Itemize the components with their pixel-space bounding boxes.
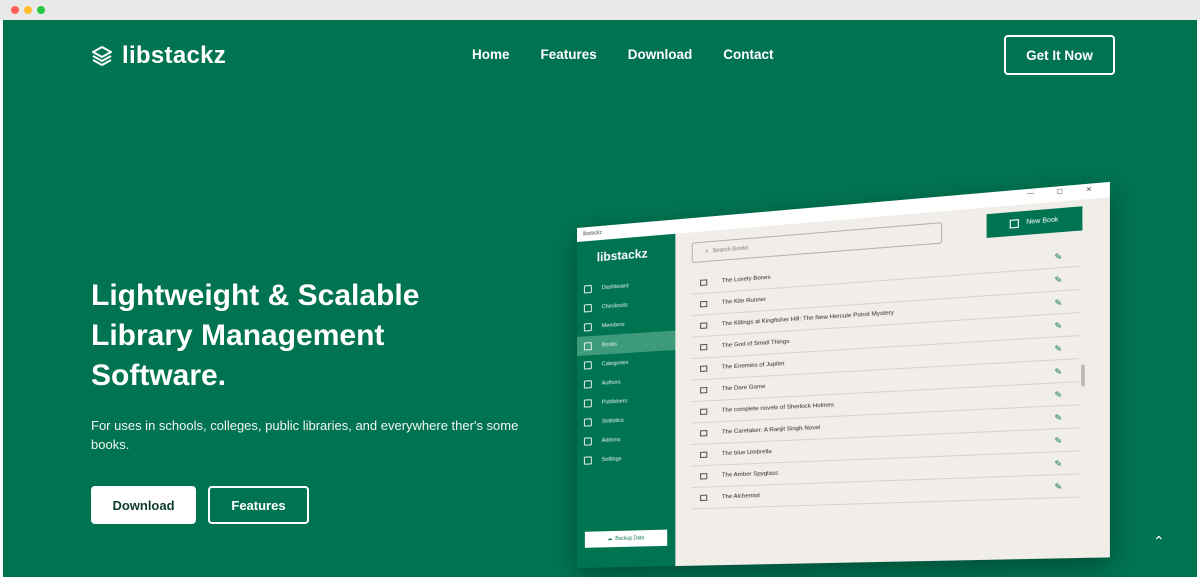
pencil-icon: ✎ <box>1054 366 1063 377</box>
pencil-icon: ✎ <box>1054 320 1063 331</box>
app-sidebar: libstackz Dashboard Checkouts Members Bo… <box>577 233 676 569</box>
book-icon <box>700 300 708 308</box>
book-title: The Lovely Bones <box>721 274 771 285</box>
book-title: The Killings at Kingfisher Hill: The New… <box>721 309 894 328</box>
book-icon <box>700 365 708 372</box>
book-title: The Kite Runner <box>721 296 767 306</box>
categories-icon <box>583 360 592 370</box>
get-it-now-button[interactable]: Get It Now <box>1004 35 1115 75</box>
book-icon <box>700 322 708 329</box>
browser-chrome <box>0 0 1200 20</box>
dashboard-icon <box>583 284 592 293</box>
backup-label: Backup Data <box>615 535 645 543</box>
books-icon <box>583 341 592 351</box>
pencil-icon: ✎ <box>1054 389 1063 400</box>
sidebar-item-label: Publishers <box>601 397 628 406</box>
search-placeholder: Search Books <box>712 245 749 255</box>
book-title: The Caretaker: A Ranjit Singh Novel <box>721 424 821 436</box>
pencil-icon: ✎ <box>1054 435 1063 446</box>
authors-icon <box>583 379 592 389</box>
book-icon <box>700 408 708 416</box>
sidebar-item-label: Statistics <box>601 417 624 425</box>
book-icon <box>700 473 708 480</box>
sidebar-item-label: Checkouts <box>601 301 628 310</box>
maximize-icon: ☐ <box>1056 189 1063 197</box>
backup-data-button: ☁ Backup Data <box>584 529 668 548</box>
sidebar-item-label: Addons <box>601 436 621 444</box>
sidebar-item-label: Members <box>601 321 625 329</box>
book-title: The Enemies of Jupiter <box>721 360 785 371</box>
pencil-icon: ✎ <box>1054 297 1063 308</box>
sidebar-item-label: Books <box>601 340 617 348</box>
nav-features[interactable]: Features <box>541 47 597 62</box>
statistics-icon <box>583 417 592 427</box>
list-scrollbar <box>1081 364 1085 387</box>
app-screenshot: libstackz — ☐ ✕ libstackz Dashboard Chec… <box>577 181 1110 569</box>
minimize-window-dot[interactable] <box>24 6 32 14</box>
pencil-icon: ✎ <box>1054 251 1063 262</box>
book-icon <box>700 386 708 394</box>
features-button[interactable]: Features <box>208 486 309 524</box>
nav-download[interactable]: Download <box>628 47 693 62</box>
cloud-icon: ☁ <box>607 536 613 543</box>
book-icon <box>700 430 708 437</box>
app-main-panel: ⌕ Search Books New Book The Lovely Bones ✎… <box>675 197 1110 567</box>
book-title: The God of Small Things <box>721 338 790 350</box>
sidebar-item-settings: Settings <box>577 447 675 470</box>
book-title: The Alchemist <box>721 492 761 501</box>
book-title: The blue Umbrella <box>721 448 772 458</box>
pencil-icon: ✎ <box>1054 412 1063 423</box>
hero-title: Lightweight & Scalable Library Managemen… <box>91 276 511 396</box>
publishers-icon <box>583 398 592 408</box>
book-title: The complete novels of Sherlock Holmes <box>721 402 834 414</box>
main-nav: Home Features Download Contact <box>472 47 774 62</box>
landing-page: libstackz Home Features Download Contact… <box>3 20 1197 577</box>
nav-contact[interactable]: Contact <box>723 47 773 62</box>
sidebar-item-label: Settings <box>601 455 622 463</box>
checkouts-icon <box>583 303 592 313</box>
app-window-title: libstackz <box>582 229 602 238</box>
sidebar-item-label: Dashboard <box>601 282 629 291</box>
maximize-window-dot[interactable] <box>37 6 45 14</box>
new-book-label: New Book <box>1026 216 1059 227</box>
scroll-to-top-icon[interactable]: ⌃ <box>1153 533 1167 549</box>
hero-title-line-1: Lightweight & Scalable <box>91 279 420 312</box>
pencil-icon: ✎ <box>1054 481 1063 492</box>
sidebar-item-label: Categories <box>601 359 629 368</box>
brand-logo[interactable]: libstackz <box>90 42 226 70</box>
addons-icon <box>583 436 592 446</box>
sidebar-item-label: Authors <box>601 379 621 387</box>
download-button[interactable]: Download <box>91 486 196 524</box>
close-icon: ✕ <box>1086 186 1093 194</box>
brand-name: libstackz <box>122 42 227 69</box>
pencil-icon: ✎ <box>1054 458 1063 469</box>
pencil-icon: ✎ <box>1054 343 1063 354</box>
book-title: The Amber Spyglass <box>721 470 779 479</box>
book-icon <box>700 494 708 502</box>
hero-title-line-3: Software. <box>91 359 227 392</box>
members-icon <box>583 322 592 332</box>
add-icon <box>1010 219 1020 229</box>
book-icon <box>700 279 708 286</box>
hero-title-line-2: Library Management <box>91 319 385 352</box>
book-icon <box>700 343 708 351</box>
pencil-icon: ✎ <box>1054 274 1063 285</box>
stack-icon <box>92 46 112 66</box>
search-icon: ⌕ <box>705 247 709 255</box>
settings-icon <box>583 455 592 465</box>
new-book-button: New Book <box>986 206 1083 238</box>
close-window-dot[interactable] <box>11 6 19 14</box>
book-title: The Dare Game <box>721 383 766 393</box>
app-window: libstackz — ☐ ✕ libstackz Dashboard Chec… <box>577 181 1110 569</box>
book-icon <box>700 451 708 459</box>
minimize-icon: — <box>1027 190 1035 198</box>
hero-subtitle: For uses in schools, colleges, public li… <box>91 418 519 452</box>
book-list: The Lovely Bones ✎ The Kite Runner ✎ The K… <box>691 243 1079 510</box>
app-sidebar-logo: libstackz <box>596 246 648 265</box>
nav-home[interactable]: Home <box>472 47 510 62</box>
